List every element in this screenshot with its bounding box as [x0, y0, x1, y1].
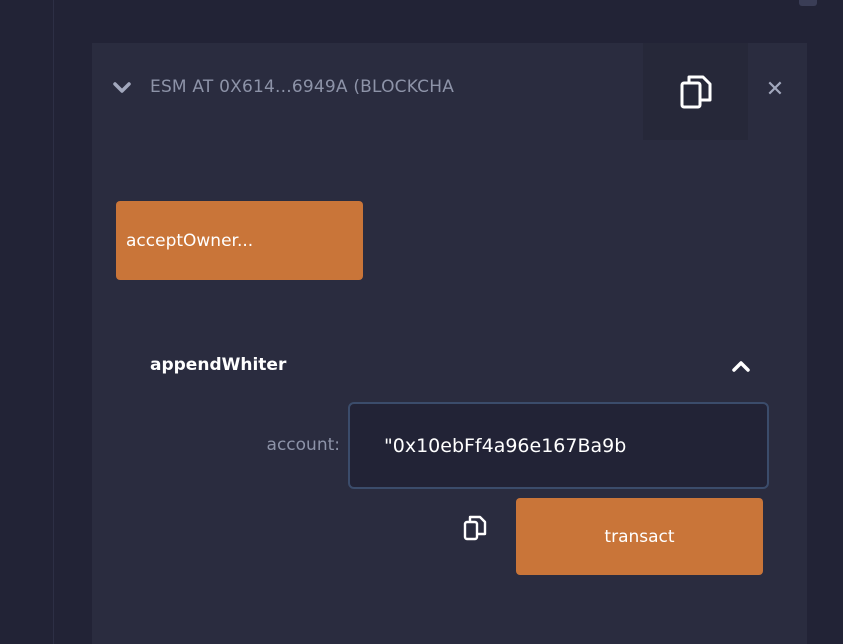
close-icon: ✕	[765, 76, 785, 102]
accept-owner-button[interactable]: acceptOwner...	[116, 201, 363, 280]
deployed-contracts-panel: ESM AT 0X614...6949A (BLOCKCHA ✕ acceptO…	[55, 0, 843, 644]
copy-icon[interactable]	[463, 515, 487, 541]
close-instance-button[interactable]: ✕	[760, 74, 790, 104]
instance-header[interactable]: ESM AT 0X614...6949A (BLOCKCHA ✕	[92, 43, 807, 140]
previous-section-strip	[55, 0, 843, 12]
chevron-up-icon[interactable]	[732, 359, 750, 373]
transact-button[interactable]: transact	[516, 498, 763, 575]
side-rail	[0, 0, 54, 644]
deployed-instance-card: ESM AT 0X614...6949A (BLOCKCHA ✕ acceptO…	[92, 43, 807, 644]
chevron-down-icon[interactable]	[113, 80, 131, 96]
param-label-account: account:	[266, 435, 340, 455]
copy-icon	[680, 75, 711, 108]
copy-address-button[interactable]	[643, 43, 748, 140]
function-name-append-whiter: appendWhiter	[150, 355, 287, 375]
account-input[interactable]	[348, 402, 769, 489]
previous-section-icon	[799, 0, 817, 6]
instance-title[interactable]: ESM AT 0X614...6949A (BLOCKCHA	[150, 77, 640, 97]
